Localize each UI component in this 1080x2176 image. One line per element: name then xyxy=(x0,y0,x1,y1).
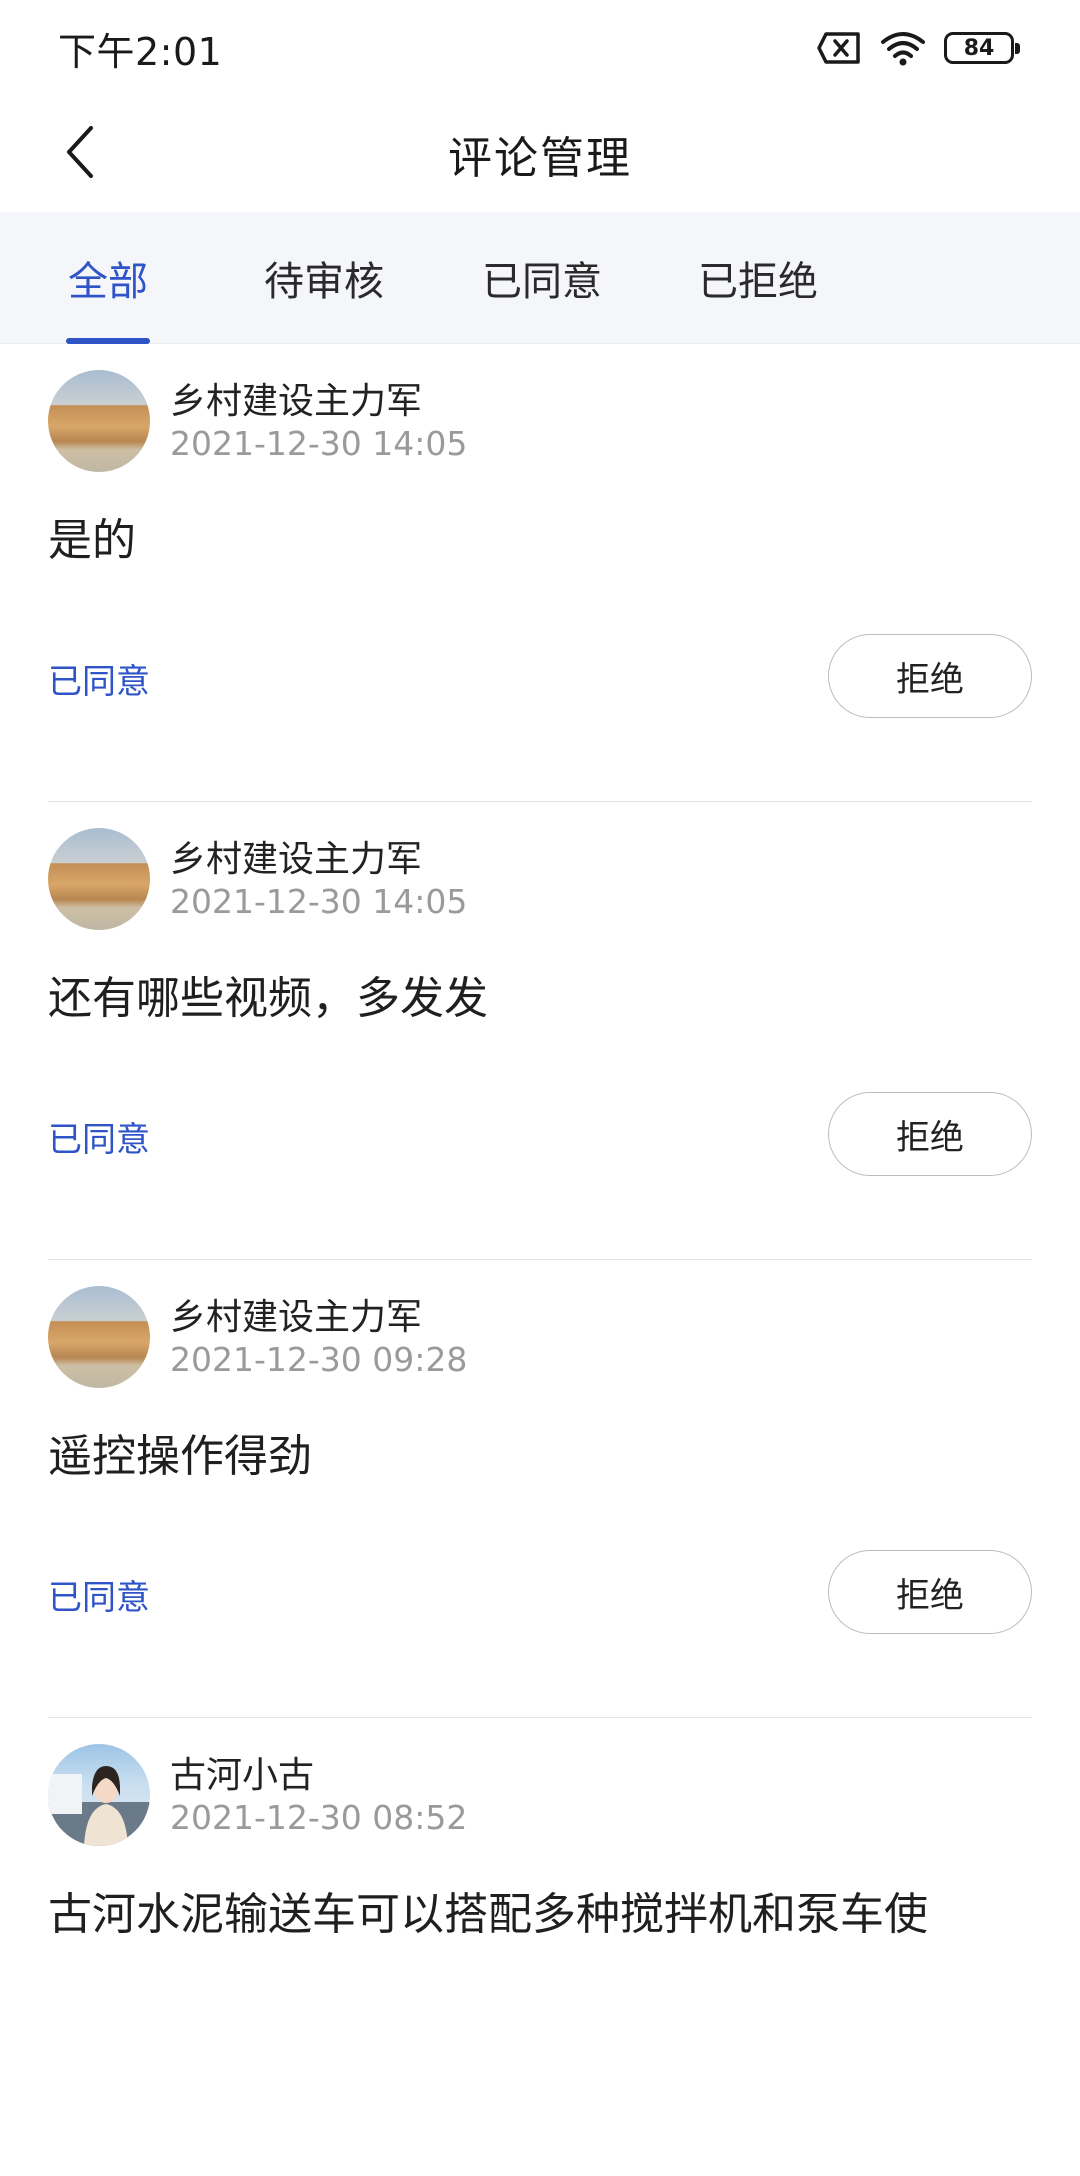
comment-author: 古河小古 xyxy=(170,1755,315,1796)
tab-label: 已拒绝 xyxy=(698,259,818,305)
avatar[interactable] xyxy=(48,1744,150,1846)
status-badge: 已同意 xyxy=(48,1578,150,1618)
avatar[interactable] xyxy=(48,1286,150,1388)
reject-button[interactable]: 拒绝 xyxy=(828,634,1032,718)
comment-card: 乡村建设主力军 2021-12-30 09:28 遥控操作得劲 已同意 拒绝 xyxy=(48,1260,1032,1718)
comment-content: 古河水泥输送车可以搭配多种搅拌机和泵车使 xyxy=(48,1889,928,1940)
tab-all[interactable]: 全部 xyxy=(66,212,150,344)
tab-approved[interactable]: 已同意 xyxy=(480,212,604,344)
tab-bar: 全部 待审核 已同意 已拒绝 xyxy=(0,212,1080,344)
comment-list: 乡村建设主力军 2021-12-30 14:05 是的 已同意 拒绝 乡村建设主… xyxy=(0,344,1080,2176)
comment-author: 乡村建设主力军 xyxy=(170,381,423,422)
header: 评论管理 xyxy=(0,96,1080,212)
status-badge: 已同意 xyxy=(48,1120,150,1160)
chevron-left-icon xyxy=(63,124,97,184)
tab-pending[interactable]: 待审核 xyxy=(262,212,386,344)
tab-label: 全部 xyxy=(68,259,148,305)
comment-time: 2021-12-30 14:05 xyxy=(170,882,468,921)
status-bar: 下午2:01 84 xyxy=(0,0,1080,96)
reject-button[interactable]: 拒绝 xyxy=(828,1550,1032,1634)
comment-card: 乡村建设主力军 2021-12-30 14:05 还有哪些视频，多发发 已同意 … xyxy=(48,802,1032,1260)
avatar[interactable] xyxy=(48,370,150,472)
sim-x-icon xyxy=(816,31,862,65)
comment-card: 古河小古 2021-12-30 08:52 古河水泥输送车可以搭配多种搅拌机和泵… xyxy=(48,1718,1032,2176)
comment-card: 乡村建设主力军 2021-12-30 14:05 是的 已同意 拒绝 xyxy=(48,344,1032,802)
status-badge: 已同意 xyxy=(48,662,150,702)
comment-content: 还有哪些视频，多发发 xyxy=(48,973,488,1024)
tab-label: 已同意 xyxy=(482,259,602,305)
reject-button[interactable]: 拒绝 xyxy=(828,1092,1032,1176)
status-time: 下午2:01 xyxy=(58,29,223,74)
battery-icon: 84 xyxy=(944,32,1020,64)
comment-content: 遥控操作得劲 xyxy=(48,1431,312,1482)
status-icons: 84 xyxy=(816,30,1020,66)
comment-author: 乡村建设主力军 xyxy=(170,1297,423,1338)
back-button[interactable] xyxy=(48,122,112,186)
tab-rejected[interactable]: 已拒绝 xyxy=(696,212,820,344)
person-avatar-icon xyxy=(48,1766,150,1846)
comment-content: 是的 xyxy=(48,515,136,566)
comment-time: 2021-12-30 08:52 xyxy=(170,1798,468,1837)
comment-author: 乡村建设主力军 xyxy=(170,839,423,880)
comment-time: 2021-12-30 09:28 xyxy=(170,1340,468,1379)
wifi-icon xyxy=(880,30,926,66)
tab-label: 待审核 xyxy=(264,259,384,305)
comment-time: 2021-12-30 14:05 xyxy=(170,424,468,463)
page-title: 评论管理 xyxy=(448,133,632,184)
avatar[interactable] xyxy=(48,828,150,930)
